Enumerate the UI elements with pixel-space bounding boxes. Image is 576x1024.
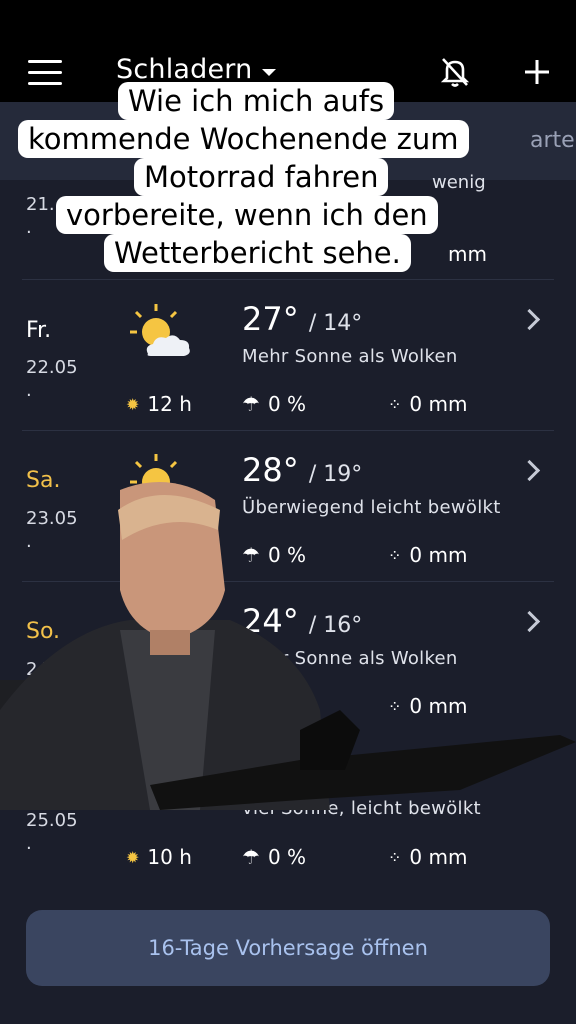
bell-off-icon[interactable] <box>440 56 470 92</box>
hamburger-menu-icon[interactable] <box>28 60 62 86</box>
sun-icon: ✹ <box>126 847 140 867</box>
umbrella-icon: ☂ <box>242 845 260 869</box>
divider <box>22 430 554 431</box>
day-description-partial: wenig <box>432 172 486 193</box>
caption-line: vorbereite, wenn ich den <box>56 196 438 234</box>
caption-line: Wetterbericht sehe. <box>104 234 411 272</box>
low-temp: / 14° <box>308 311 363 336</box>
chevron-right-icon[interactable] <box>518 459 541 482</box>
droplets-icon: ⁘ <box>388 847 402 867</box>
person-cutout-image <box>0 482 576 810</box>
open-16-day-forecast-button[interactable]: 16-Tage Vorhersage öffnen <box>26 910 550 986</box>
day-dot: · <box>26 838 32 859</box>
sun-cloud-icon <box>130 304 190 356</box>
status-bar <box>0 0 576 14</box>
caption-line: Wie ich mich aufs <box>118 82 395 120</box>
precipitation-amount: 0 mm <box>409 392 468 416</box>
rain-probability: 0 % <box>267 845 307 869</box>
rain-probability: 0 % <box>267 392 307 416</box>
day-dot: · <box>26 385 32 406</box>
umbrella-icon: ☂ <box>242 392 260 416</box>
sunshine-hours: 10 h <box>147 845 192 869</box>
day-date: 22.05 <box>26 357 78 378</box>
caption-line: kommende Wochenende zum <box>18 120 469 158</box>
day-dot: · <box>26 222 32 243</box>
plus-icon[interactable] <box>523 58 551 90</box>
droplets-icon: ⁘ <box>388 394 402 414</box>
precip-partial: mm <box>448 242 487 266</box>
chevron-down-icon[interactable] <box>262 69 276 76</box>
caption-line: Motorrad fahren <box>134 158 389 196</box>
precipitation-amount: 0 mm <box>409 845 468 869</box>
sun-icon: ✹ <box>126 394 140 414</box>
day-date: 21. <box>26 194 55 215</box>
location-title[interactable]: Schladern <box>116 54 252 85</box>
chevron-right-icon[interactable] <box>518 308 541 331</box>
high-temp: 27° <box>242 300 299 338</box>
day-description: Mehr Sonne als Wolken <box>242 346 458 367</box>
sunshine-hours: 12 h <box>147 392 192 416</box>
tab-karte[interactable]: arte <box>530 128 575 153</box>
day-name: Fr. <box>26 318 52 343</box>
divider <box>22 279 554 280</box>
